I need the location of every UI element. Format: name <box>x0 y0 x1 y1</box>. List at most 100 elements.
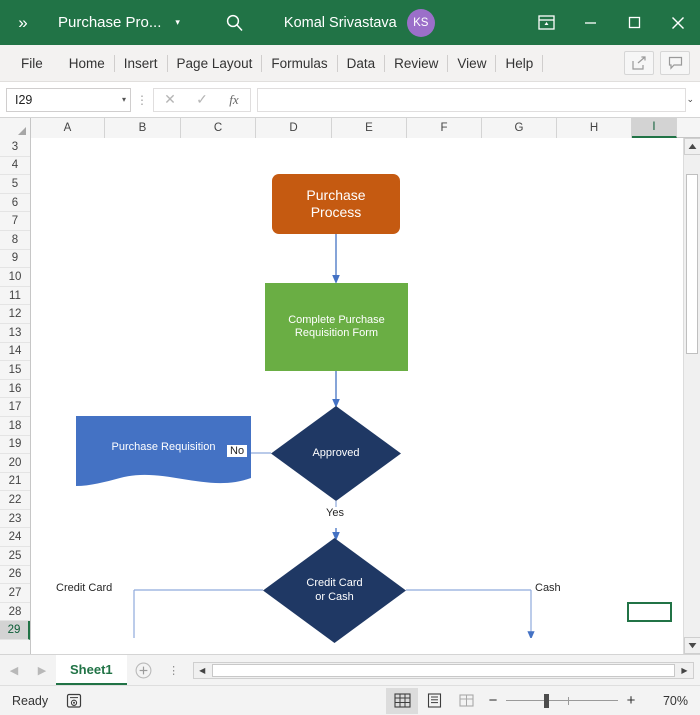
tab-page-layout[interactable]: Page Layout <box>168 48 262 78</box>
row-header-10[interactable]: 10 <box>0 268 30 287</box>
column-header-i[interactable]: I <box>632 118 677 138</box>
name-box-caret-icon[interactable]: ▾ <box>122 95 126 104</box>
check-icon[interactable]: ✓ <box>186 89 218 111</box>
add-sheet-icon[interactable] <box>127 656 161 684</box>
row-header-12[interactable]: 12 <box>0 305 30 324</box>
name-box[interactable]: I29 ▾ <box>6 87 131 112</box>
row-header-8[interactable]: 8 <box>0 231 30 250</box>
tab-review[interactable]: Review <box>385 48 447 78</box>
active-cell-selection[interactable] <box>627 602 672 622</box>
row-header-15[interactable]: 15 <box>0 361 30 380</box>
row-header-16[interactable]: 16 <box>0 380 30 399</box>
hscroll-right-icon[interactable]: ▶ <box>676 662 693 678</box>
formula-input[interactable] <box>257 87 687 112</box>
row-header-23[interactable]: 23 <box>0 510 30 529</box>
row-header-5[interactable]: 5 <box>0 175 30 194</box>
cell-canvas[interactable]: Purchase Process Complete Purchase Requi… <box>31 138 700 654</box>
row-header-7[interactable]: 7 <box>0 212 30 231</box>
tab-data[interactable]: Data <box>338 48 385 78</box>
row-header-25[interactable]: 25 <box>0 547 30 566</box>
sheet-prev-icon[interactable]: ◀ <box>0 656 28 684</box>
column-header-d[interactable]: D <box>256 118 332 138</box>
column-header-e[interactable]: E <box>332 118 407 138</box>
formula-bar-expand-icon[interactable]: ⌄ <box>686 94 694 105</box>
row-header-27[interactable]: 27 <box>0 584 30 603</box>
column-header-h[interactable]: H <box>557 118 632 138</box>
record-macro-icon[interactable] <box>64 690 86 712</box>
row-header-4[interactable]: 4 <box>0 157 30 176</box>
comment-icon[interactable] <box>660 51 690 75</box>
row-header-13[interactable]: 13 <box>0 324 30 343</box>
zoom-slider-thumb[interactable] <box>544 693 550 708</box>
row-header-29[interactable]: 29 <box>0 621 30 641</box>
excel-window: » Purchase Pro... ▾ Komal Srivastava KS <box>0 0 700 715</box>
page-break-preview-button[interactable] <box>450 688 482 714</box>
column-header-a[interactable]: A <box>31 118 105 138</box>
scroll-up-icon[interactable] <box>684 138 700 155</box>
zoom-level-label[interactable]: 70% <box>642 694 688 708</box>
flowchart: Purchase Process Complete Purchase Requi… <box>31 138 700 654</box>
minimize-button[interactable] <box>568 0 612 45</box>
row-header-22[interactable]: 22 <box>0 491 30 510</box>
row-header-26[interactable]: 26 <box>0 566 30 585</box>
horizontal-scrollbar[interactable]: ◀ ▶ <box>192 661 694 679</box>
zoom-out-button[interactable]: − <box>482 692 504 709</box>
share-icon[interactable] <box>624 51 654 75</box>
page-layout-view-button[interactable] <box>418 688 450 714</box>
close-button[interactable] <box>656 0 700 45</box>
row-header-3[interactable]: 3 <box>0 138 30 157</box>
column-header-c[interactable]: C <box>181 118 256 138</box>
column-header-g[interactable]: G <box>482 118 557 138</box>
row-header-17[interactable]: 17 <box>0 398 30 417</box>
zoom-slider[interactable] <box>506 693 618 708</box>
overflow-chevron-icon[interactable]: » <box>0 0 46 45</box>
tab-insert[interactable]: Insert <box>115 48 167 78</box>
row-header-6[interactable]: 6 <box>0 194 30 213</box>
tab-home[interactable]: Home <box>60 48 114 78</box>
row-header-9[interactable]: 9 <box>0 250 30 269</box>
flow-node-label: Purchase Requisition <box>111 441 216 454</box>
status-bar: Ready − + 70% <box>0 685 700 715</box>
select-all-corner[interactable] <box>0 118 31 138</box>
avatar[interactable]: KS <box>406 8 435 37</box>
row-header-28[interactable]: 28 <box>0 603 30 622</box>
zoom-in-button[interactable]: + <box>620 692 642 709</box>
row-header-11[interactable]: 11 <box>0 287 30 306</box>
hscroll-left-icon[interactable]: ◀ <box>193 662 211 678</box>
maximize-button[interactable] <box>612 0 656 45</box>
tab-separator <box>542 54 544 72</box>
formula-bar-handle[interactable]: ⋮ <box>131 93 153 107</box>
column-header-b[interactable]: B <box>105 118 181 138</box>
flow-node-line-1: Complete Purchase <box>288 313 385 326</box>
cancel-x-icon[interactable]: ✕ <box>154 89 186 111</box>
search-icon[interactable] <box>220 8 250 38</box>
flow-node-requisition-form[interactable]: Complete Purchase Requisition Form <box>265 283 408 371</box>
column-header-row: A B C D E F G H I <box>0 118 700 138</box>
tab-view[interactable]: View <box>448 48 495 78</box>
vertical-scrollbar[interactable] <box>683 138 700 654</box>
row-header-18[interactable]: 18 <box>0 417 30 436</box>
normal-view-button[interactable] <box>386 687 418 714</box>
title-dropdown-caret-icon[interactable]: ▾ <box>175 17 180 28</box>
column-header-f[interactable]: F <box>407 118 482 138</box>
insert-function-icon[interactable]: fx <box>218 89 250 111</box>
tab-file[interactable]: File <box>12 48 52 78</box>
horizontal-scroll-thumb[interactable] <box>211 663 675 677</box>
sheet-tab-menu-icon[interactable]: ⋮ <box>161 664 187 677</box>
scroll-down-icon[interactable] <box>684 637 700 654</box>
row-header-24[interactable]: 24 <box>0 528 30 548</box>
flow-node-purchase-requisition-doc[interactable]: Purchase Requisition <box>76 416 251 486</box>
tab-formulas[interactable]: Formulas <box>262 48 336 78</box>
flow-node-line-1: Credit Card <box>306 577 363 590</box>
ribbon-display-options-icon[interactable] <box>524 0 568 45</box>
status-mode: Ready <box>12 693 49 708</box>
sheet-next-icon[interactable]: ▶ <box>28 656 56 684</box>
row-header-21[interactable]: 21 <box>0 473 30 492</box>
vertical-scroll-thumb[interactable] <box>686 174 698 354</box>
flow-node-purchase-process-text: Purchase Process <box>272 174 400 234</box>
sheet-tab-sheet1[interactable]: Sheet1 <box>56 655 127 685</box>
row-header-20[interactable]: 20 <box>0 454 30 473</box>
row-header-14[interactable]: 14 <box>0 343 30 362</box>
tab-help[interactable]: Help <box>496 48 542 78</box>
row-header-19[interactable]: 19 <box>0 436 30 455</box>
